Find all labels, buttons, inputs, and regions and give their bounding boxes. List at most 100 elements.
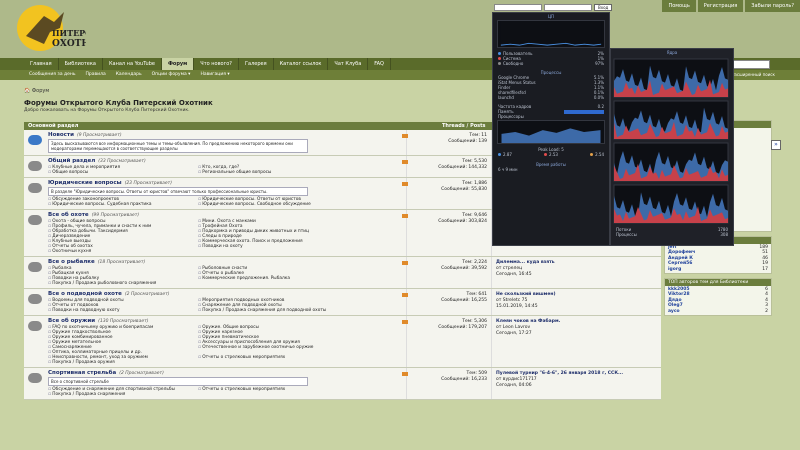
forum-status-icon: [24, 289, 46, 315]
forum-title[interactable]: Юридические вопросы (23 Просматривает): [48, 180, 404, 186]
forum-body: Новости (9 Просматривает) Здесь высказываю…: [46, 130, 406, 155]
subforum-link[interactable]: Покупка / Продажа снаряжения: [48, 392, 198, 397]
password-field[interactable]: [544, 3, 592, 11]
nav-forum[interactable]: Форум: [161, 58, 195, 70]
subnav-navigation[interactable]: Навигация ▾: [195, 70, 234, 80]
forum-status-icon: [24, 316, 46, 367]
username-field[interactable]: [494, 3, 542, 11]
subforum-link[interactable]: Региональные общие вопросы: [198, 170, 348, 175]
forum-title[interactable]: Все о подводной охоте (2 Просматривает): [48, 291, 404, 297]
post-count: Сообщений: 139: [448, 139, 487, 144]
author-item[interactable]: igorg 17: [668, 267, 768, 272]
subforum-link[interactable]: Охотничьи кухня: [48, 249, 198, 254]
login-button[interactable]: Вход: [594, 3, 613, 11]
forum-title[interactable]: Все об охоте (99 Просматривает): [48, 212, 404, 218]
rss-icon[interactable]: [402, 134, 408, 138]
library-authors-box: ТОП авторов тем для Библиотеки kkk2005 6 V…: [664, 278, 772, 317]
subforum-link[interactable]: Юридические вопросы. Судебная практика: [48, 202, 198, 207]
forum-title[interactable]: Спортивная стрельба (2 Просматривает): [48, 370, 404, 376]
last-post-meta: Сегодня, 04:06: [496, 383, 532, 388]
forum-status-icon: [24, 156, 46, 177]
load-average: 2.54: [590, 152, 604, 157]
breadcrumb-forum[interactable]: Форум: [32, 88, 49, 94]
subforum-link[interactable]: Общие вопросы: [48, 170, 198, 175]
forum-status-icon: [24, 210, 46, 256]
club-logo[interactable]: ПИТЕРСКИЙ ОХОТНИК: [14, 2, 86, 54]
advanced-search-link[interactable]: Расширенный поиск: [732, 72, 775, 77]
svg-text:ОХОТНИК: ОХОТНИК: [52, 39, 86, 49]
author-item[interactable]: ayco 2: [668, 309, 768, 314]
rss-icon[interactable]: [402, 182, 408, 186]
chevron-right-icon[interactable]: »: [771, 140, 781, 150]
forum-stats: Тем: 11 Сообщений: 139: [406, 130, 491, 155]
forum-row: Все об оружии(130 Просматривает)FAQ по о…: [24, 316, 661, 368]
forum-title[interactable]: Новости (9 Просматривает): [48, 132, 404, 138]
forum-title[interactable]: Все об оружии (130 Просматривает): [48, 318, 404, 324]
process-value: 0.0%: [593, 95, 604, 100]
nav-library[interactable]: Библиотека: [59, 58, 103, 70]
rss-icon[interactable]: [402, 320, 408, 324]
load-averages: 2.87 2.53 2.54: [493, 152, 609, 157]
subforum-link[interactable]: Поводки на подводную охоту: [48, 308, 198, 313]
forum-row: Все о подводной охоте(2 Просматривает)Во…: [24, 289, 661, 316]
cpu-title: ЦП: [547, 14, 555, 19]
post-count: Сообщений: 55,830: [441, 187, 487, 192]
subnav-forum-options[interactable]: Опции форума ▾: [147, 70, 196, 80]
istat-graphs-panel: Ядра Потоки 1780 Процессы 308: [610, 48, 734, 246]
last-post: Пулевой турнир "6-4-6", 26 января 2018 г…: [491, 368, 661, 399]
forum-stats: Тем: 2,224 Сообщений: 39,592: [406, 257, 491, 288]
subforum-link[interactable]: Юридические вопросы. Свободное обсуждени…: [198, 202, 348, 207]
forum-body: Юридические вопросы (23 Просматривает) В р…: [46, 178, 406, 209]
post-count: Сообщений: 179,207: [438, 325, 487, 330]
forum-body: Все об охоте(99 Просматривает)Охота - об…: [46, 210, 406, 256]
subforum-link[interactable]: Покупка / Продажа рыболовного снаряжения: [48, 281, 198, 286]
rss-icon[interactable]: [402, 261, 408, 265]
forum-title[interactable]: Все о рыбалке (18 Просматривает): [48, 259, 404, 265]
nav-gallery[interactable]: Галерея: [239, 58, 274, 70]
forum-viewers: (18 Просматривает): [97, 260, 146, 265]
nav-links[interactable]: Каталог ссылок: [274, 58, 329, 70]
stats-header: Threads / Posts: [442, 123, 486, 129]
procs-value: 308: [720, 232, 728, 237]
process-name: launchd: [498, 95, 514, 100]
help-link[interactable]: Помощь: [662, 0, 696, 12]
forgot-password-link[interactable]: Забыли пароль?: [745, 0, 800, 12]
subnav-calendar[interactable]: Календарь: [111, 70, 147, 80]
author-name[interactable]: ayco: [668, 309, 680, 314]
forum-stats: Тем: 1,886 Сообщений: 55,830: [406, 178, 491, 209]
cpu-legend: Пользователь 2% Система 1% Свободно 97%: [493, 51, 609, 66]
rss-icon[interactable]: [402, 214, 408, 218]
memory-bar: [564, 110, 604, 114]
register-link[interactable]: Регистрация: [697, 0, 744, 12]
procs-label: Процессы: [616, 232, 637, 237]
subforum-list: Водоемы для подводной охотыМероприятия п…: [48, 298, 404, 313]
last-post: Дилемма... куда взять от стрелец Сегодня, …: [491, 257, 661, 288]
nav-chat[interactable]: Чат Клуба: [328, 58, 369, 70]
forum-description: В разделе "Юридические вопросы. Ответы о…: [48, 187, 308, 196]
author-name[interactable]: igorg: [668, 267, 681, 272]
forum-stats: Тем: 9,646 Сообщений: 303,824: [406, 210, 491, 256]
subnav-rules[interactable]: Правила: [81, 70, 111, 80]
nav-whats-new[interactable]: Что нового?: [194, 58, 239, 70]
forum-stats: Тем: 5,530 Сообщений: 144,332: [406, 156, 491, 177]
nav-home[interactable]: Главная: [24, 58, 59, 70]
rss-icon[interactable]: [402, 293, 408, 297]
subforum-link[interactable]: Покупка / Продажа снаряжения для подводн…: [198, 308, 348, 313]
last-post: Клеян чоков на Фабарм. от Leon Lavrov Сего…: [491, 316, 661, 367]
last-post-meta: Сегодня, 16:45: [496, 272, 532, 277]
forum-viewers: (2 Просматривает): [124, 292, 170, 297]
forum-title[interactable]: Общий раздел (33 Просматривает): [48, 158, 404, 164]
subnav-today[interactable]: Сообщения за день: [24, 70, 81, 80]
rss-icon[interactable]: [402, 160, 408, 164]
legend-value: 97%: [595, 61, 604, 66]
subforum-list: Обсуждение и снаряжение для спортивной с…: [48, 387, 404, 397]
forum-status-icon: [24, 368, 46, 399]
nav-faq[interactable]: FAQ: [368, 58, 391, 70]
forum-viewers: (99 Просматривает): [91, 213, 140, 218]
forum-status-icon: [24, 178, 46, 209]
rss-icon[interactable]: [402, 372, 408, 376]
subforum-link[interactable]: Покупка / Продажа оружия: [48, 360, 198, 365]
nav-youtube[interactable]: Канал на YouTube: [103, 58, 162, 70]
login-form: Вход: [494, 2, 639, 12]
forum-body: Все о подводной охоте(2 Просматривает)Во…: [46, 289, 406, 315]
